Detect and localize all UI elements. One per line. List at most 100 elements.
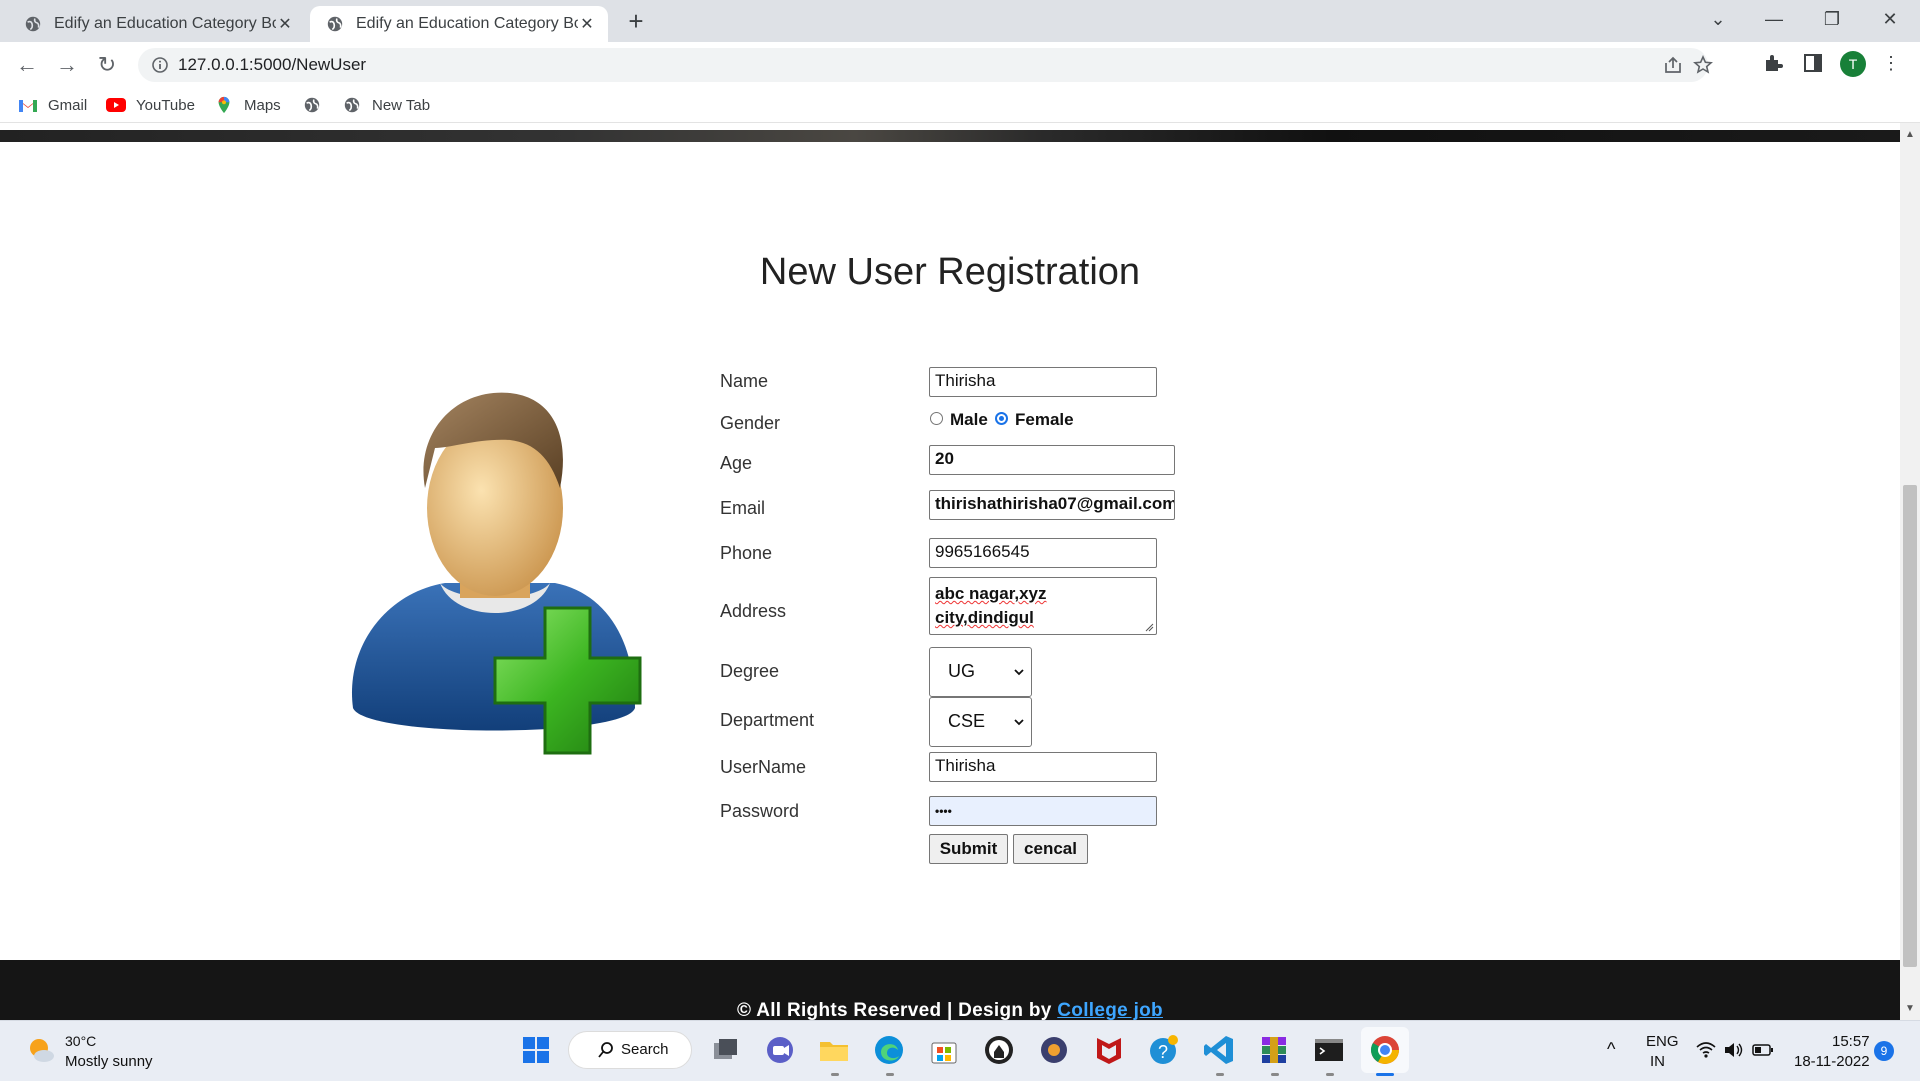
footer-text: © All Rights Reserved | Design by Colleg… (0, 1000, 1900, 1020)
copyright-text: © All Rights Reserved | Design by (737, 1000, 1052, 1020)
globe-icon (327, 16, 343, 32)
vertical-scrollbar[interactable]: ▲ ▼ (1900, 123, 1920, 1020)
tab-strip: Edify an Education Category Boo ✕ Edify … (0, 0, 1920, 42)
forward-button[interactable]: → (53, 51, 81, 79)
page-viewport: New User Registration Name Gender Age Em… (0, 123, 1900, 1020)
taskbar-search[interactable]: Search (568, 1031, 692, 1069)
address-bar[interactable]: 127.0.0.1:5000/NewUser (138, 48, 1713, 82)
battery-icon[interactable] (1752, 1042, 1774, 1058)
age-input[interactable]: 20 (929, 445, 1175, 475)
help-icon[interactable]: ? (1147, 1033, 1181, 1067)
volume-icon[interactable] (1723, 1041, 1745, 1059)
sun-cloud-icon[interactable] (26, 1035, 56, 1065)
share-icon[interactable] (1662, 54, 1684, 76)
gender-female-radio[interactable] (995, 412, 1008, 425)
address-line-2: city,dindigul (935, 608, 1034, 627)
language-region[interactable]: IN (1650, 1053, 1665, 1070)
github-desktop-icon[interactable] (982, 1033, 1016, 1067)
terminal-icon[interactable] (1312, 1033, 1346, 1067)
tab-title: Edify an Education Category Boo (54, 15, 276, 32)
running-indicator (1326, 1073, 1334, 1076)
close-tab-icon[interactable]: ✕ (276, 14, 294, 34)
department-select[interactable]: CSE (929, 697, 1032, 747)
mcafee-icon[interactable] (1092, 1033, 1126, 1067)
bookmark-youtube[interactable]: YouTube (106, 94, 195, 116)
bookmark-gmail[interactable]: Gmail (18, 94, 87, 116)
username-label: UserName (720, 757, 807, 777)
browser-toolbar: ← → ↻ 127.0.0.1:5000/NewUser (0, 42, 1920, 88)
degree-label: Degree (720, 661, 780, 681)
search-label: Search (621, 1041, 669, 1058)
address-textarea[interactable]: abc nagar,xyz city,dindigul (929, 577, 1157, 635)
username-input[interactable]: Thirisha (929, 752, 1157, 782)
bookmark-star-icon[interactable] (1692, 54, 1714, 76)
url-text: 127.0.0.1:5000/NewUser (178, 55, 367, 74)
profile-avatar[interactable]: T (1840, 51, 1866, 77)
back-button[interactable]: ← (13, 51, 41, 79)
cancel-button[interactable]: cencal (1013, 834, 1088, 864)
windows-start-icon[interactable] (519, 1033, 553, 1067)
menu-kebab-icon[interactable]: ⋮ (1876, 48, 1906, 78)
vscode-icon[interactable] (1202, 1033, 1236, 1067)
site-info-icon[interactable] (150, 55, 170, 75)
browser-tab-active[interactable]: Edify an Education Category Boo ✕ (310, 6, 608, 42)
new-tab-button[interactable]: + (622, 8, 650, 36)
weather-temperature[interactable]: 30°C (65, 1033, 96, 1049)
tray-overflow-icon[interactable]: ^ (1607, 1039, 1615, 1060)
gender-female-label: Female (1015, 410, 1074, 429)
close-tab-icon[interactable]: ✕ (578, 14, 596, 34)
bookmark-label: Maps (244, 96, 281, 114)
chevron-down-icon (1014, 669, 1024, 676)
gender-male-radio[interactable] (930, 412, 943, 425)
password-input[interactable]: •••• (929, 796, 1157, 826)
clock-date[interactable]: 18-11-2022 (1794, 1053, 1870, 1070)
submit-button[interactable]: Submit (929, 834, 1008, 864)
bookmark-new-tab[interactable]: New Tab (342, 94, 430, 116)
running-indicator (886, 1073, 894, 1076)
side-panel-icon[interactable] (1800, 50, 1826, 76)
language-code[interactable]: ENG (1646, 1033, 1679, 1050)
edge-icon[interactable] (872, 1033, 906, 1067)
app-icon[interactable] (1037, 1033, 1071, 1067)
scroll-thumb[interactable] (1903, 485, 1917, 967)
name-input[interactable]: Thirisha (929, 367, 1157, 397)
resize-handle-icon[interactable] (1144, 622, 1154, 632)
store-icon[interactable] (927, 1033, 961, 1067)
maps-icon (218, 96, 230, 114)
restore-button[interactable]: ❐ (1810, 4, 1854, 34)
notification-badge[interactable]: 9 (1874, 1041, 1894, 1061)
phone-input[interactable]: 9965166545 (929, 538, 1157, 568)
minimize-button[interactable]: — (1752, 4, 1796, 34)
bookmark-globe[interactable] (302, 94, 332, 116)
svg-text:?: ? (1158, 1042, 1168, 1062)
teams-chat-icon[interactable] (763, 1033, 797, 1067)
header-banner-edge (0, 130, 1900, 142)
age-label: Age (720, 453, 753, 473)
gender-label: Gender (720, 413, 781, 433)
clock-time[interactable]: 15:57 (1832, 1033, 1870, 1050)
youtube-icon (106, 98, 126, 112)
scroll-up-arrow-icon[interactable]: ▲ (1905, 129, 1915, 140)
extensions-icon[interactable] (1760, 50, 1786, 76)
degree-select[interactable]: UG (929, 647, 1032, 697)
file-explorer-icon[interactable] (817, 1033, 851, 1067)
running-indicator (1216, 1073, 1224, 1076)
winrar-icon[interactable] (1257, 1033, 1291, 1067)
add-user-illustration (351, 392, 642, 755)
phone-label: Phone (720, 543, 773, 563)
department-label: Department (720, 710, 815, 730)
browser-tab[interactable]: Edify an Education Category Boo ✕ (8, 6, 306, 42)
tab-search-icon[interactable]: ⌄ (1696, 4, 1740, 34)
chrome-icon[interactable] (1368, 1033, 1402, 1067)
reload-button[interactable]: ↻ (93, 51, 121, 79)
running-indicator (1271, 1073, 1279, 1076)
weather-description[interactable]: Mostly sunny (65, 1053, 153, 1070)
scroll-down-arrow-icon[interactable]: ▼ (1905, 1003, 1915, 1014)
bookmark-maps[interactable]: Maps (214, 94, 281, 116)
task-view-icon[interactable] (708, 1033, 742, 1067)
email-input[interactable]: thirishathirisha07@gmail.com (929, 490, 1175, 520)
footer-link[interactable]: College job (1057, 1000, 1163, 1020)
close-window-button[interactable]: ✕ (1868, 4, 1912, 34)
wifi-icon[interactable] (1695, 1041, 1717, 1059)
email-label: Email (720, 498, 766, 518)
